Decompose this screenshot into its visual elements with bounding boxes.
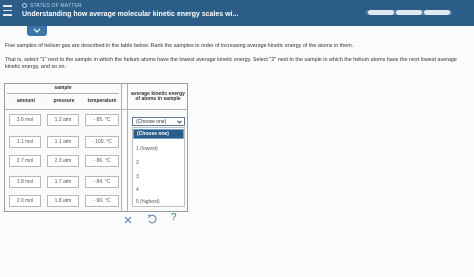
- header-rule: [5, 109, 187, 110]
- header-rule: [7, 93, 119, 94]
- temperature-cell: - 85. °C: [85, 114, 119, 126]
- rank-select-row-1[interactable]: (Choose one): [132, 117, 185, 126]
- rank-option[interactable]: 3: [133, 172, 184, 182]
- progress-bar: [366, 8, 452, 16]
- progress-segment: [368, 10, 394, 15]
- temperature-cell: - 86. °C: [85, 155, 119, 167]
- temperature-cell: - 90. °C: [85, 195, 119, 207]
- column-header-pressure: pressure: [53, 97, 75, 104]
- instruction-paragraph-2: That is, select "1" next to the sample i…: [5, 57, 457, 70]
- help-button[interactable]: ?: [171, 212, 177, 223]
- chevron-down-icon: [33, 28, 41, 33]
- pressure-cell: 1.8 atm: [47, 195, 79, 207]
- rank-option[interactable]: 1 (lowest): [133, 144, 184, 154]
- temperature-cell: - 84. °C: [85, 176, 119, 188]
- rank-option[interactable]: 4: [133, 185, 184, 195]
- top-bar: STATES OF MATTER Understanding how avera…: [0, 0, 474, 26]
- amount-cell: 1.1 mol: [9, 136, 41, 148]
- temperature-cell: - 100. °C: [85, 136, 119, 148]
- progress-segment: [424, 10, 450, 15]
- undo-icon[interactable]: [146, 213, 158, 225]
- pressure-cell: 1.2 atm: [47, 114, 79, 126]
- amount-cell: 3.6 mol: [9, 114, 41, 126]
- rank-dropdown-list: (Choose one) 1 (lowest) 2 3 4 5 (highest…: [132, 127, 185, 207]
- rank-option[interactable]: (Choose one): [133, 129, 184, 139]
- amount-cell: 1.8 mol: [9, 176, 41, 188]
- page-title: Understanding how average molecular kine…: [22, 11, 239, 18]
- column-header-temperature: temperature: [87, 97, 117, 104]
- rank-header: average kinetic energy of atoms in sampl…: [131, 90, 185, 102]
- group-header: sample: [54, 85, 72, 92]
- rank-option[interactable]: 5 (highest): [133, 197, 184, 207]
- pressure-cell: 2.3 atm: [47, 155, 79, 167]
- amount-cell: 2.7 mol: [9, 155, 41, 167]
- progress-segment: [396, 10, 422, 15]
- topic-dot-icon: [22, 3, 27, 8]
- topic-label: STATES OF MATTER: [22, 3, 82, 9]
- column-divider: [127, 84, 128, 211]
- amount-cell: 2.0 mol: [9, 195, 41, 207]
- topic-text: STATES OF MATTER: [30, 3, 82, 9]
- chevron-down-icon: [177, 120, 182, 124]
- pressure-cell: 1.7 atm: [47, 176, 79, 188]
- menu-icon[interactable]: [3, 5, 12, 19]
- instruction-paragraph-1: Five samples of helium gas are described…: [5, 43, 354, 49]
- pressure-cell: 1.1 atm: [47, 136, 79, 148]
- collapse-header-button[interactable]: [27, 26, 47, 36]
- rank-option[interactable]: 2: [133, 158, 184, 168]
- close-icon[interactable]: [122, 214, 134, 226]
- rank-select-value: (Choose one): [136, 118, 167, 125]
- column-divider: [121, 84, 122, 211]
- answer-actions: ?: [113, 210, 189, 228]
- column-header-amount: amount: [16, 97, 36, 104]
